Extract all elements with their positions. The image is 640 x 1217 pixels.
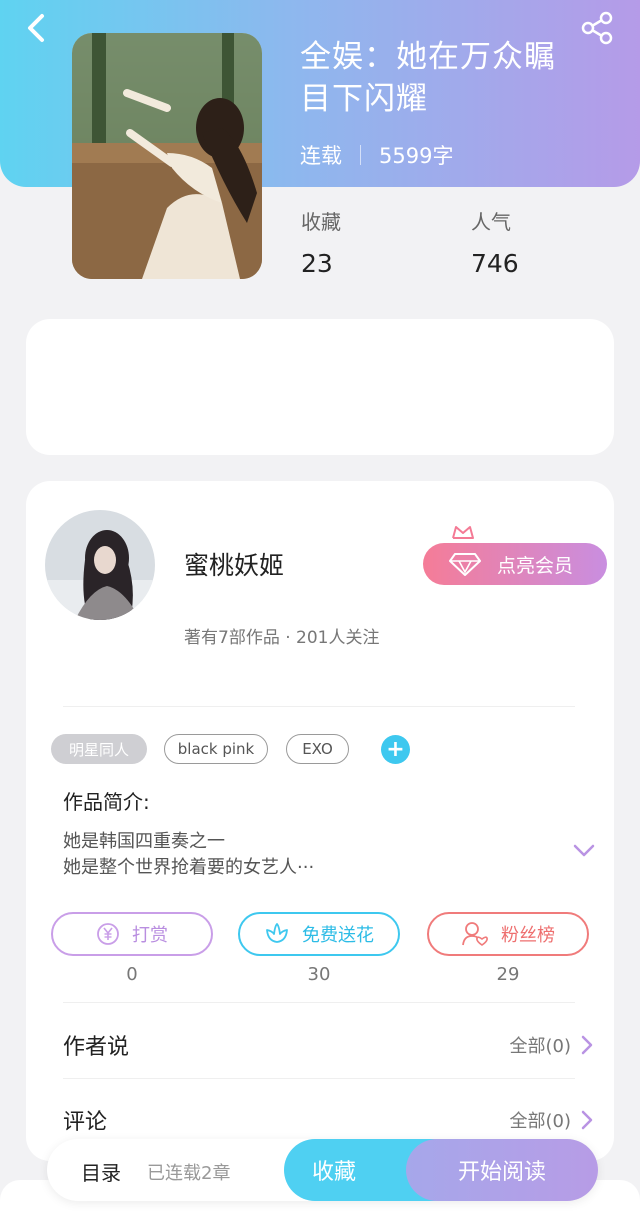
fan-count: 29 bbox=[496, 964, 520, 985]
author-name[interactable]: 蜜桃妖姬 bbox=[184, 546, 284, 582]
tag-item[interactable]: 明星同人 bbox=[51, 734, 147, 764]
stat-label: 收藏 bbox=[301, 210, 341, 234]
start-reading-label: 开始阅读 bbox=[457, 1160, 546, 1185]
fan-user-icon bbox=[462, 922, 488, 946]
divider bbox=[63, 706, 575, 707]
intro-text[interactable]: 她是韩国四重奏之一 她是整个世界抢着要的女艺人··· bbox=[63, 829, 314, 881]
author-info: 著有7部作品 · 201人关注 bbox=[184, 628, 380, 648]
book-cover[interactable] bbox=[72, 33, 262, 279]
word-count: 5599字 bbox=[379, 144, 454, 168]
author-avatar-image bbox=[45, 510, 155, 620]
stat-favorites: 收藏 23 bbox=[301, 206, 341, 278]
meta-separator bbox=[360, 145, 361, 165]
tip-count: 0 bbox=[126, 964, 138, 985]
book-title-line2: 目下闪耀 bbox=[300, 81, 428, 117]
intro-title: 作品简介: bbox=[63, 790, 150, 814]
vip-button-label: 点亮会员 bbox=[497, 554, 574, 577]
stat-value: 23 bbox=[301, 249, 333, 278]
author-says-more-label: 全部(0) bbox=[509, 1036, 572, 1057]
crown-icon bbox=[452, 526, 474, 539]
toc-button[interactable]: 目录 bbox=[81, 1157, 121, 1186]
send-flower-button[interactable]: 免费送花 bbox=[238, 912, 400, 956]
book-title-line1: 全娱：她在万众瞩 bbox=[300, 39, 556, 75]
flower-icon bbox=[266, 923, 288, 943]
stat-popularity: 人气 746 bbox=[471, 206, 519, 278]
diamond-icon bbox=[449, 553, 481, 576]
avatar[interactable] bbox=[45, 510, 155, 620]
stat-label: 人气 bbox=[471, 210, 511, 234]
book-status: 连载 bbox=[300, 144, 342, 168]
chevron-down-icon[interactable] bbox=[572, 843, 596, 859]
back-button[interactable] bbox=[20, 10, 60, 50]
intro-line2: 她是整个世界抢着要的女艺人··· bbox=[63, 857, 315, 878]
favorite-label: 收藏 bbox=[312, 1160, 357, 1185]
yen-coin-icon bbox=[97, 923, 119, 945]
chevron-right-icon bbox=[581, 1110, 593, 1130]
comments-more[interactable]: 全部(0) bbox=[510, 1107, 594, 1133]
tag-label: black pink bbox=[177, 740, 255, 758]
tag-item[interactable]: black pink bbox=[164, 734, 268, 764]
book-meta: 连载 5599字 bbox=[300, 140, 453, 170]
blank-card bbox=[26, 319, 614, 455]
chevron-right-icon bbox=[581, 1035, 593, 1055]
divider bbox=[63, 1078, 575, 1079]
stat-value: 746 bbox=[471, 249, 519, 278]
fan-rank-label: 粉丝榜 bbox=[501, 925, 555, 946]
book-cover-image bbox=[72, 33, 262, 279]
add-tag-button[interactable]: + bbox=[381, 735, 410, 764]
comments-more-label: 全部(0) bbox=[509, 1111, 572, 1132]
book-title: 全娱：她在万众瞩 目下闪耀 bbox=[300, 36, 600, 120]
tag-label: EXO bbox=[302, 740, 333, 758]
comments-title: 评论 bbox=[63, 1110, 108, 1135]
divider bbox=[63, 1002, 575, 1003]
send-flower-label: 免费送花 bbox=[302, 925, 374, 946]
chevron-left-icon bbox=[28, 14, 44, 42]
comments-row[interactable]: 评论 全部(0) bbox=[63, 1104, 593, 1136]
author-says-title: 作者说 bbox=[63, 1035, 130, 1060]
vip-button[interactable]: 点亮会员 bbox=[423, 543, 607, 585]
tag-label: 明星同人 bbox=[68, 740, 129, 759]
chapter-count: 已连载2章 bbox=[147, 1163, 231, 1184]
start-reading-button[interactable]: 开始阅读 bbox=[406, 1139, 598, 1201]
author-says-row[interactable]: 作者说 全部(0) bbox=[63, 1029, 593, 1061]
intro-line1: 她是韩国四重奏之一 bbox=[63, 831, 225, 852]
author-says-more[interactable]: 全部(0) bbox=[510, 1032, 594, 1058]
tip-label: 打赏 bbox=[132, 925, 168, 946]
tip-button[interactable]: 打赏 bbox=[51, 912, 213, 956]
fan-rank-button[interactable]: 粉丝榜 bbox=[427, 912, 589, 956]
flower-count: 30 bbox=[307, 964, 331, 985]
tag-item[interactable]: EXO bbox=[286, 734, 349, 764]
